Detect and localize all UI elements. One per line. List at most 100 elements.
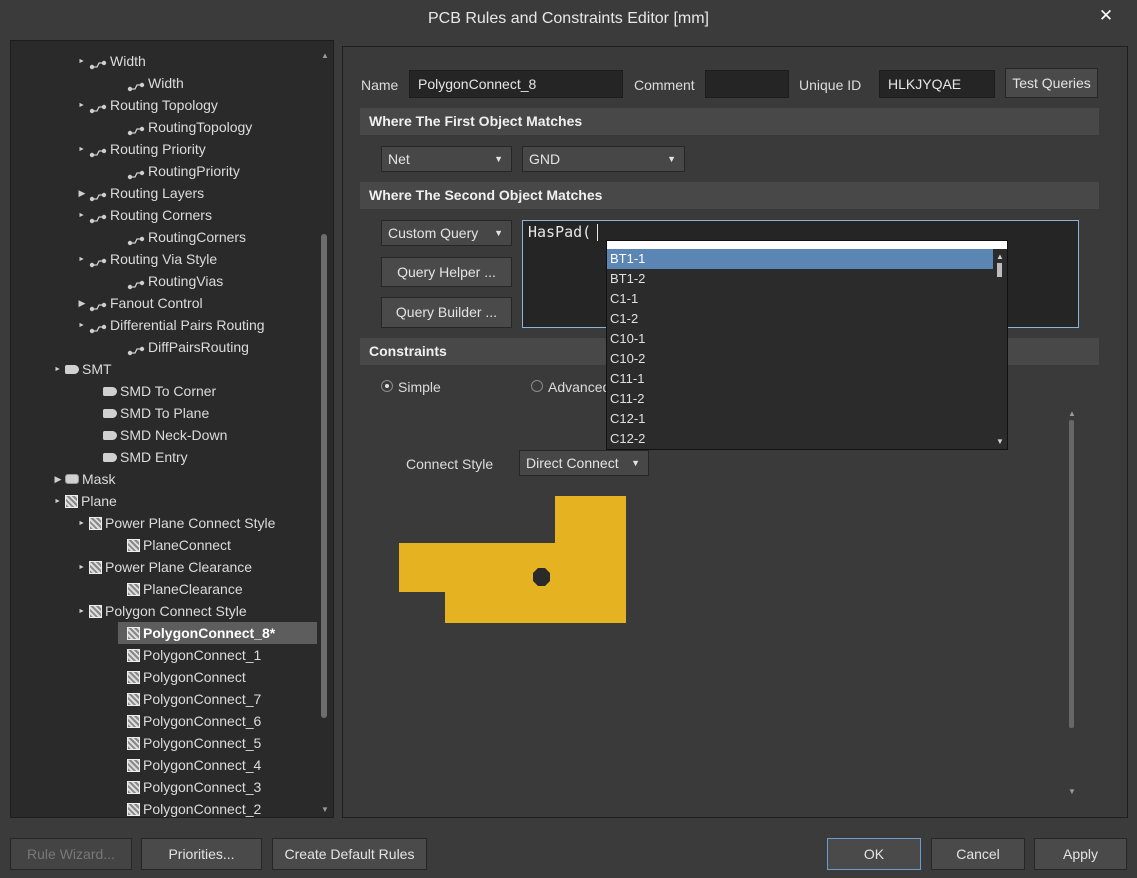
- autocomplete-item[interactable]: C11-2: [607, 389, 993, 409]
- tree-item[interactable]: ▲ Width: [75, 50, 146, 72]
- autocomplete-item[interactable]: C10-2: [607, 349, 993, 369]
- tree-item[interactable]: RoutingCorners: [113, 226, 246, 248]
- constraints-scrollbar-thumb[interactable]: [1069, 420, 1074, 728]
- expander-icon[interactable]: ▶: [51, 468, 65, 490]
- tree-item-label: Routing Priority: [110, 141, 206, 157]
- tree-item-label: PolygonConnect_1: [143, 647, 262, 663]
- autocomplete-item[interactable]: C11-1: [607, 369, 993, 389]
- plane-icon: [89, 604, 102, 618]
- tree-item-label: PolygonConnect_6: [143, 713, 262, 729]
- expander-icon[interactable]: ▶: [75, 182, 89, 204]
- smt-icon: [103, 452, 117, 462]
- tree-item[interactable]: PolygonConnect_1: [113, 644, 261, 666]
- query-builder-button[interactable]: Query Builder ...: [381, 297, 512, 328]
- advanced-radio[interactable]: [531, 380, 543, 392]
- cancel-button[interactable]: Cancel: [931, 838, 1025, 870]
- tree-item-label: RoutingTopology: [148, 119, 253, 135]
- popup-scroll-up-icon[interactable]: ▲: [996, 252, 1004, 261]
- plane-icon: [127, 802, 140, 816]
- tree-item[interactable]: ▲ Routing Topology: [75, 94, 218, 116]
- tree-item-label: PolygonConnect_5: [143, 735, 262, 751]
- second-object-type-select[interactable]: Custom Query ▼: [381, 220, 512, 246]
- tree-item[interactable]: PolygonConnect_8*: [113, 622, 275, 644]
- tree-item[interactable]: PlaneClearance: [113, 578, 243, 600]
- autocomplete-item[interactable]: C1-1: [607, 289, 993, 309]
- first-object-net-value: GND: [529, 151, 561, 167]
- tree-item[interactable]: SMD To Corner: [89, 380, 216, 402]
- tree-item[interactable]: PolygonConnect: [113, 666, 246, 688]
- tree-item-label: Routing Via Style: [110, 251, 218, 267]
- apply-button[interactable]: Apply: [1034, 838, 1127, 870]
- rules-tree[interactable]: ▲ Width Width ▲ Routing Topology RoutingTopol…: [10, 40, 334, 818]
- constraints-scroll-down-icon[interactable]: ▼: [1068, 787, 1076, 796]
- tree-scroll-up-icon[interactable]: ▲: [321, 51, 329, 60]
- simple-radio[interactable]: [381, 380, 393, 392]
- first-object-net-select[interactable]: GND ▼: [522, 146, 685, 172]
- popup-scroll-down-icon[interactable]: ▼: [996, 437, 1004, 446]
- chevron-down-icon: ▼: [631, 458, 640, 468]
- tree-item-label: PolygonConnect_8*: [143, 625, 276, 641]
- rule-wizard-button[interactable]: Rule Wizard...: [10, 838, 132, 870]
- tree-item[interactable]: ▲ Routing Corners: [75, 204, 212, 226]
- close-icon[interactable]: ✕: [1094, 4, 1118, 28]
- tree-item-label: Power Plane Clearance: [105, 559, 253, 575]
- constraints-scroll-up-icon[interactable]: ▲: [1068, 409, 1076, 418]
- tree-item[interactable]: ▶ Fanout Control: [75, 292, 203, 314]
- tree-item[interactable]: ▲ Plane: [51, 490, 117, 512]
- expander-icon[interactable]: ▶: [75, 292, 89, 314]
- connect-style-select[interactable]: Direct Connect ▼: [519, 450, 649, 476]
- tree-item[interactable]: ▲ Power Plane Clearance: [75, 556, 252, 578]
- tree-item[interactable]: RoutingVias: [113, 270, 223, 292]
- tree-item[interactable]: RoutingPriority: [113, 160, 240, 182]
- tree-item[interactable]: ▶ Routing Layers: [75, 182, 204, 204]
- tree-item[interactable]: SMD To Plane: [89, 402, 209, 424]
- tree-item[interactable]: PolygonConnect_5: [113, 732, 261, 754]
- tree-item[interactable]: SMD Neck-Down: [89, 424, 227, 446]
- query-helper-button[interactable]: Query Helper ...: [381, 257, 512, 287]
- tree-item-label: Routing Corners: [110, 207, 212, 223]
- ok-button[interactable]: OK: [827, 838, 921, 870]
- tree-item[interactable]: PolygonConnect_3: [113, 776, 261, 798]
- tree-scroll-down-icon[interactable]: ▼: [321, 805, 329, 814]
- tree-item[interactable]: DiffPairsRouting: [113, 336, 249, 358]
- tree-item[interactable]: PolygonConnect_7: [113, 688, 261, 710]
- tree-item[interactable]: ▲ Polygon Connect Style: [75, 600, 247, 622]
- first-object-type-select[interactable]: Net ▼: [381, 146, 512, 172]
- routing-icon: [89, 297, 107, 312]
- chevron-down-icon: ▼: [494, 154, 503, 164]
- tree-item[interactable]: ▶ Mask: [51, 468, 116, 490]
- tree-item[interactable]: ▲ Routing Via Style: [75, 248, 217, 270]
- tree-item[interactable]: RoutingTopology: [113, 116, 252, 138]
- autocomplete-item[interactable]: C12-1: [607, 409, 993, 429]
- autocomplete-item[interactable]: BT1-1: [607, 249, 993, 269]
- tree-item[interactable]: PolygonConnect_4: [113, 754, 261, 776]
- unique-id-field[interactable]: HLKJYQAE: [879, 70, 995, 98]
- tree-scrollbar-thumb[interactable]: [321, 234, 327, 718]
- tree-item-label: Width: [110, 53, 146, 69]
- first-object-type-value: Net: [388, 151, 410, 167]
- name-field[interactable]: PolygonConnect_8: [409, 70, 623, 98]
- tree-item-label: RoutingPriority: [148, 163, 240, 179]
- tree-item[interactable]: ▲ SMT: [51, 358, 112, 380]
- tree-item[interactable]: ▲ Routing Priority: [75, 138, 206, 160]
- tree-item[interactable]: PolygonConnect_6: [113, 710, 261, 732]
- priorities-button[interactable]: Priorities...: [141, 838, 262, 870]
- tree-item[interactable]: ▲ Differential Pairs Routing: [75, 314, 265, 336]
- popup-scrollbar-thumb[interactable]: [997, 263, 1002, 277]
- tree-item[interactable]: SMD Entry: [89, 446, 188, 468]
- tree-item-label: SMD Neck-Down: [120, 427, 228, 443]
- routing-icon: [89, 209, 107, 224]
- advanced-label: Advanced: [548, 379, 611, 395]
- test-queries-button[interactable]: Test Queries: [1005, 68, 1098, 98]
- autocomplete-item[interactable]: C12-2: [607, 429, 993, 449]
- comment-field[interactable]: [705, 70, 789, 98]
- tree-item[interactable]: PlaneConnect: [113, 534, 231, 556]
- autocomplete-item[interactable]: C1-2: [607, 309, 993, 329]
- tree-item[interactable]: Width: [113, 72, 184, 94]
- create-default-rules-button[interactable]: Create Default Rules: [272, 838, 427, 870]
- autocomplete-item[interactable]: BT1-2: [607, 269, 993, 289]
- autocomplete-item[interactable]: C10-1: [607, 329, 993, 349]
- tree-item[interactable]: ▲ Power Plane Connect Style: [75, 512, 275, 534]
- tree-item[interactable]: PolygonConnect_2: [113, 798, 261, 817]
- comment-label: Comment: [634, 77, 695, 93]
